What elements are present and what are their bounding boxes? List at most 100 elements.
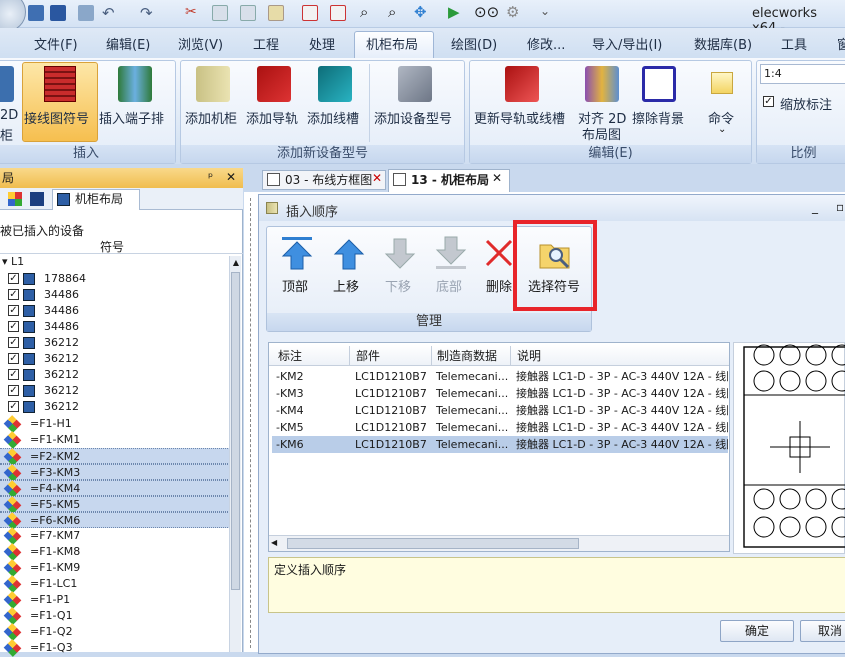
- import-icon[interactable]: [302, 5, 318, 21]
- tree-item-device[interactable]: =F1-H1: [0, 415, 230, 433]
- zoom-fit-icon[interactable]: ⌕: [360, 3, 368, 21]
- scale-input[interactable]: 1:4: [760, 64, 845, 84]
- table-row[interactable]: -KM5 LC1D1210B7 Telemecani... 接触器 LC1-D - 3…: [272, 419, 728, 436]
- minimize-icon[interactable]: _: [812, 200, 818, 214]
- tree-item-device[interactable]: =F1-Q2: [0, 623, 230, 641]
- tab-file[interactable]: 文件(F): [34, 34, 78, 53]
- col-header-desc[interactable]: 说明: [513, 346, 729, 366]
- erase-background-button[interactable]: 擦除背景: [632, 108, 684, 127]
- close-tab-icon[interactable]: ✕: [372, 171, 382, 185]
- table-row[interactable]: -KM3 LC1D1210B7 Telemecani... 接触器 LC1-D - 3…: [272, 385, 728, 402]
- export-icon[interactable]: [330, 5, 346, 21]
- command-dropdown-icon[interactable]: ⌄: [718, 124, 726, 135]
- tree-item-device[interactable]: =F1-Q1: [0, 607, 230, 625]
- close-panel-icon[interactable]: ✕: [226, 170, 236, 184]
- save-icon[interactable]: [50, 5, 66, 21]
- tree-item-checked[interactable]: ✓ 34486: [0, 287, 230, 303]
- quick-access-dropdown-icon[interactable]: ⌄: [540, 4, 550, 18]
- item-checkbox[interactable]: ✓: [8, 401, 19, 412]
- tab-cabinet-layout[interactable]: 机柜布局: [366, 34, 418, 53]
- tab-database[interactable]: 数据库(B): [694, 34, 752, 53]
- table-hscrollbar[interactable]: ◀: [269, 535, 729, 551]
- tree-item-device[interactable]: =F1-Q3: [0, 639, 230, 657]
- close-tab-icon[interactable]: ✕: [492, 171, 502, 185]
- item-checkbox[interactable]: ✓: [8, 321, 19, 332]
- redo-icon[interactable]: ↷: [140, 4, 153, 22]
- tab-process[interactable]: 处理: [309, 34, 335, 53]
- table-row[interactable]: -KM2 LC1D1210B7 Telemecani... 接触器 LC1-D - 3…: [272, 368, 728, 385]
- cabinet-tab-icon[interactable]: [30, 192, 44, 206]
- tree-item-device[interactable]: =F7-KM7: [0, 527, 230, 545]
- tab-drawing[interactable]: 绘图(D): [451, 34, 497, 53]
- scale-annotation-checkbox[interactable]: ✓: [763, 96, 774, 107]
- bottom-button[interactable]: [434, 236, 468, 270]
- insert-terminal-strip-button[interactable]: 插入端子排: [99, 108, 164, 127]
- col-header-part[interactable]: 部件: [352, 346, 432, 366]
- move-down-button[interactable]: [383, 236, 417, 270]
- add-device-type-button[interactable]: 添加设备型号: [374, 108, 452, 127]
- doc-tab-wiring[interactable]: 03 - 布线方框图: [262, 170, 386, 190]
- zoom-icon[interactable]: ⌕: [388, 3, 396, 21]
- tab-edit[interactable]: 编辑(E): [106, 34, 150, 53]
- col-header-tag[interactable]: 标注: [274, 346, 350, 366]
- tree-item-checked[interactable]: ✓ 36212: [0, 383, 230, 399]
- clipboard-icon[interactable]: [268, 5, 284, 21]
- move-up-button[interactable]: [332, 236, 366, 270]
- tree-item-device[interactable]: =F1-KM9: [0, 559, 230, 577]
- paste-icon[interactable]: [240, 5, 256, 21]
- item-checkbox[interactable]: ✓: [8, 337, 19, 348]
- binoculars-icon[interactable]: ⊙⊙: [474, 3, 499, 21]
- tree-root[interactable]: ▾ L1: [2, 255, 24, 268]
- panel-scrollbar[interactable]: ▲: [229, 256, 241, 652]
- tab-import-export[interactable]: 导入/导出(I): [592, 34, 662, 53]
- tree-item-device[interactable]: =F2-KM2: [0, 448, 230, 466]
- item-checkbox[interactable]: ✓: [8, 273, 19, 284]
- pan-icon[interactable]: ✥: [414, 3, 427, 21]
- cancel-button[interactable]: 取消: [800, 620, 845, 642]
- tree-item-checked[interactable]: ✓ 36212: [0, 399, 230, 415]
- tab-modify[interactable]: 修改...: [527, 34, 565, 53]
- cut-icon[interactable]: ✂: [185, 4, 197, 20]
- play-icon[interactable]: ▶: [448, 3, 460, 21]
- item-checkbox[interactable]: ✓: [8, 353, 19, 364]
- ok-button[interactable]: 确定: [720, 620, 794, 642]
- tree-item-device[interactable]: =F6-KM6: [0, 512, 230, 530]
- devices-tab-icon[interactable]: [8, 192, 22, 206]
- add-cabinet-button[interactable]: 添加机柜: [185, 108, 237, 127]
- undo-icon[interactable]: ↶: [102, 4, 115, 22]
- update-rail-duct-button[interactable]: 更新导轨或线槽: [474, 108, 565, 127]
- delete-button[interactable]: [484, 238, 514, 268]
- tree-item-device[interactable]: =F3-KM3: [0, 464, 230, 482]
- settings-icon[interactable]: ⚙: [506, 3, 519, 21]
- table-row[interactable]: -KM6 LC1D1210B7 Telemecani... 接触器 LC1-D - 3…: [272, 436, 728, 453]
- tree-item-device[interactable]: =F1-P1: [0, 591, 230, 609]
- tree-item-checked[interactable]: ✓ 34486: [0, 303, 230, 319]
- tree-item-device[interactable]: =F5-KM5: [0, 496, 230, 514]
- print-icon[interactable]: [78, 5, 94, 21]
- tab-window[interactable]: 窗: [837, 34, 845, 53]
- tree-item-checked[interactable]: ✓ 36212: [0, 335, 230, 351]
- tree-item-device[interactable]: =F1-KM8: [0, 543, 230, 561]
- tree-item-device[interactable]: =F1-LC1: [0, 575, 230, 593]
- tab-tools[interactable]: 工具: [781, 34, 807, 53]
- table-scroll-thumb[interactable]: [287, 538, 579, 549]
- copy-icon[interactable]: [212, 5, 228, 21]
- tab-browse[interactable]: 浏览(V): [178, 34, 223, 53]
- maximize-icon[interactable]: ▫: [836, 200, 844, 214]
- new-icon[interactable]: [28, 5, 44, 21]
- tree-item-device[interactable]: =F4-KM4: [0, 480, 230, 498]
- tree-item-checked[interactable]: ✓ 34486: [0, 319, 230, 335]
- pin-icon[interactable]: ᵖ: [208, 170, 213, 184]
- item-checkbox[interactable]: ✓: [8, 305, 19, 316]
- item-checkbox[interactable]: ✓: [8, 369, 19, 380]
- add-rail-button[interactable]: 添加导轨: [246, 108, 298, 127]
- tab-project[interactable]: 工程: [253, 34, 279, 53]
- tree-item-device[interactable]: =F1-KM1: [0, 431, 230, 449]
- add-duct-button[interactable]: 添加线槽: [307, 108, 359, 127]
- tree-item-checked[interactable]: ✓ 36212: [0, 351, 230, 367]
- top-button[interactable]: [280, 236, 314, 270]
- panel-scroll-thumb[interactable]: [231, 272, 240, 590]
- item-checkbox[interactable]: ✓: [8, 385, 19, 396]
- col-header-maker[interactable]: 制造商数据: [433, 346, 511, 366]
- 2d-button[interactable]: 2D: [0, 108, 18, 123]
